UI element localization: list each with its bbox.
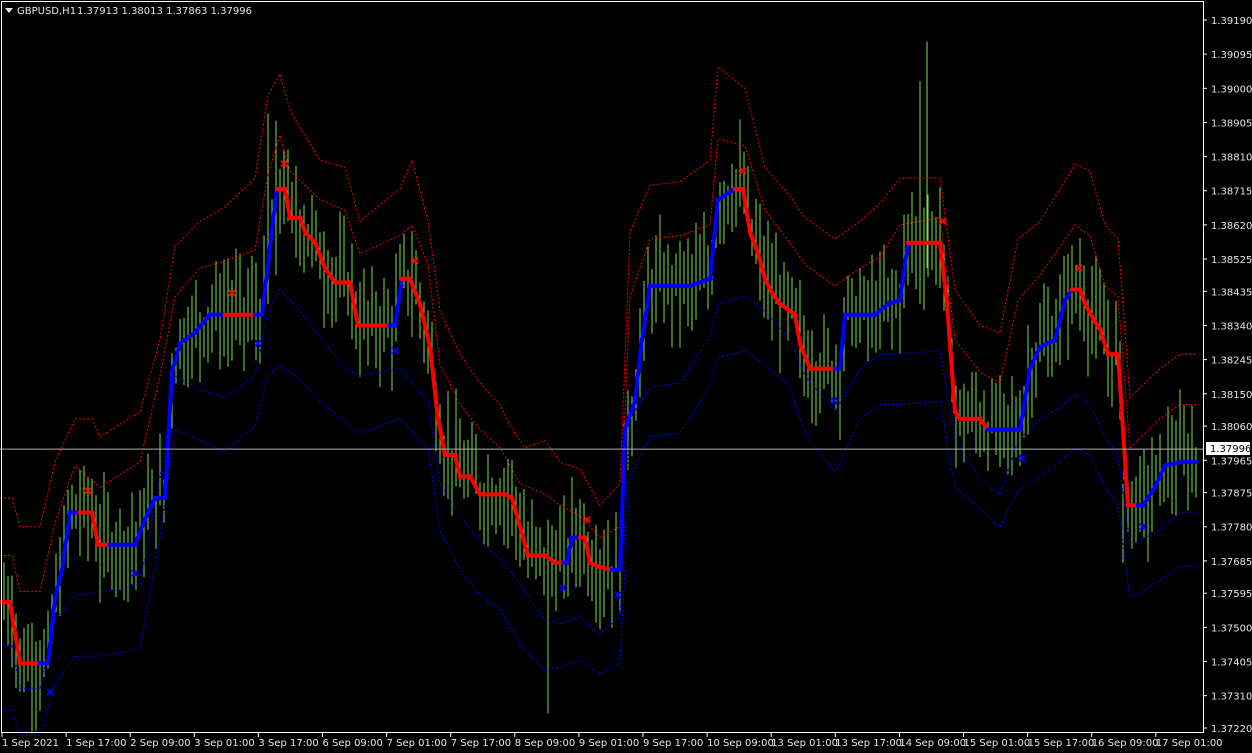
chart-header: GBPUSD,H1 1.37913 1.38013 1.37863 1.3799… [5, 6, 252, 17]
y-tick-label: 1.38340 [1211, 321, 1252, 332]
x-tick-label: 16 Sep 09:00 [1092, 738, 1159, 749]
x-tick-label: 1 Sep 17:00 [66, 738, 126, 749]
y-tick-label: 1.38620 [1211, 221, 1252, 232]
y-tick-label: 1.37780 [1211, 523, 1252, 534]
y-tick-label: 1.39095 [1211, 50, 1252, 61]
chart-window[interactable]: 1.39190 1.39095 1.39000 1.38905 1.38810 1.387… [0, 0, 1252, 753]
y-tick-label: 1.37965 [1211, 456, 1252, 467]
x-tick-label: 8 Sep 09:00 [515, 738, 575, 749]
x-tick-label: 7 Sep 01:00 [387, 738, 447, 749]
symbol-label: GBPUSD,H1 [17, 6, 76, 17]
x-tick-label: 7 Sep 17:00 [451, 738, 511, 749]
x-tick-label: 15 Sep 01:00 [964, 738, 1031, 749]
y-tick-label: 1.37685 [1211, 557, 1252, 568]
y-tick-label: 1.37875 [1211, 489, 1252, 500]
x-tick-label: 13 Sep 01:00 [771, 738, 838, 749]
x-tick-label: 9 Sep 17:00 [643, 738, 703, 749]
y-tick-label: 1.38715 [1211, 187, 1252, 198]
y-tick-label: 1.38810 [1211, 153, 1252, 164]
x-tick-label: 15 Sep 17:00 [1028, 738, 1095, 749]
y-tick-label: 1.38905 [1211, 118, 1252, 129]
y-tick-label: 1.37310 [1211, 692, 1252, 703]
x-tick-label: 13 Sep 17:00 [835, 738, 902, 749]
y-tick-label: 1.38435 [1211, 287, 1252, 298]
y-tick-label: 1.37405 [1211, 658, 1252, 669]
x-tick-label: 1 Sep 2021 [2, 738, 59, 749]
x-tick-label: 9 Sep 01:00 [579, 738, 639, 749]
price-chart[interactable]: 1.39190 1.39095 1.39000 1.38905 1.38810 1.387… [0, 0, 1252, 753]
x-tick-label: 14 Sep 09:00 [899, 738, 966, 749]
x-tick-label: 10 Sep 09:00 [707, 738, 774, 749]
current-price-label: 1.37996 [1210, 444, 1251, 455]
y-tick-label: 1.39000 [1211, 84, 1252, 95]
current-price-tag: 1.37996 [1206, 442, 1251, 455]
x-tick-label: 3 Sep 01:00 [194, 738, 254, 749]
y-tick-label: 1.39190 [1211, 16, 1252, 27]
y-tick-label: 1.38060 [1211, 422, 1252, 433]
y-tick-label: 1.37595 [1211, 589, 1252, 600]
y-tick-label: 1.38150 [1211, 390, 1252, 401]
y-tick-label: 1.37220 [1211, 724, 1252, 735]
y-tick-label: 1.37500 [1211, 623, 1252, 634]
x-tick-label: 2 Sep 09:00 [130, 738, 190, 749]
y-tick-label: 1.38525 [1211, 255, 1252, 266]
ohlc-values: 1.37913 1.38013 1.37863 1.37996 [77, 6, 252, 17]
x-tick-label: 3 Sep 17:00 [258, 738, 318, 749]
x-tick-label: 17 Sep 01:00 [1156, 738, 1223, 749]
x-tick-label: 6 Sep 09:00 [323, 738, 383, 749]
y-tick-label: 1.38245 [1211, 356, 1252, 367]
